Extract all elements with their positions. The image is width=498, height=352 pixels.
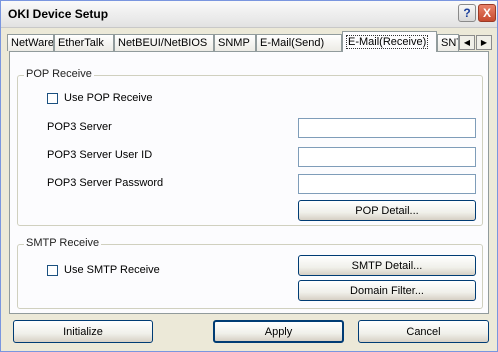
help-icon: ? [463,6,471,20]
pop3-password-input[interactable] [298,174,476,194]
initialize-button[interactable]: Initialize [13,320,153,343]
title-bar[interactable]: OKI Device Setup ? X [1,1,497,28]
arrow-right-icon: ▶ [480,38,488,47]
use-smtp-receive-checkbox[interactable]: Use SMTP Receive [47,264,160,276]
tab-strip: NetWare EtherTalk NetBEUI/NetBIOS SNMP E… [7,31,493,52]
tab-netbeui-netbios[interactable]: NetBEUI/NetBIOS [114,34,214,51]
use-smtp-receive-label: Use SMTP Receive [64,264,160,276]
arrow-left-icon: ◀ [463,38,471,47]
pop-receive-legend: POP Receive [24,68,94,80]
cancel-button[interactable]: Cancel [358,320,489,343]
tab-sntp[interactable]: SNTI [437,34,459,51]
pop3-server-input[interactable] [298,118,476,138]
pop3-user-id-input[interactable] [298,147,476,167]
use-pop-receive-label: Use POP Receive [64,92,153,104]
tab-scroll-buttons: ◀ ▶ [459,35,493,50]
smtp-detail-button[interactable]: SMTP Detail... [298,255,476,276]
pop-receive-group: POP Receive Use POP Receive POP3 Server … [17,68,483,226]
smtp-receive-group: SMTP Receive Use SMTP Receive SMTP Detai… [17,237,483,309]
close-icon: X [482,6,491,20]
close-button[interactable]: X [478,4,496,22]
tab-email-send[interactable]: E-Mail(Send) [256,34,342,51]
tab-snmp[interactable]: SNMP [214,34,256,51]
use-pop-receive-checkbox[interactable]: Use POP Receive [47,92,152,104]
tab-netware[interactable]: NetWare [7,34,54,51]
checkbox-icon [47,264,58,276]
help-button[interactable]: ? [458,4,476,22]
apply-button[interactable]: Apply [213,320,344,343]
smtp-receive-legend: SMTP Receive [24,237,102,249]
window-title: OKI Device Setup [8,7,109,21]
pop3-server-label: POP3 Server [47,121,112,133]
domain-filter-button[interactable]: Domain Filter... [298,280,476,301]
tab-ethertalk[interactable]: EtherTalk [54,34,114,51]
pop3-user-id-label: POP3 Server User ID [47,149,153,161]
tab-scroll-left-button[interactable]: ◀ [459,35,475,50]
dialog-window: OKI Device Setup ? X NetWare EtherTalk N… [0,0,498,352]
pop-detail-button[interactable]: POP Detail... [298,200,476,221]
tab-panel: POP Receive Use POP Receive POP3 Server … [9,51,489,314]
checkbox-icon [47,92,58,104]
tab-scroll-right-button[interactable]: ▶ [476,35,492,50]
pop3-password-label: POP3 Server Password [47,177,164,189]
tab-email-receive[interactable]: E-Mail(Receive) [342,31,437,52]
